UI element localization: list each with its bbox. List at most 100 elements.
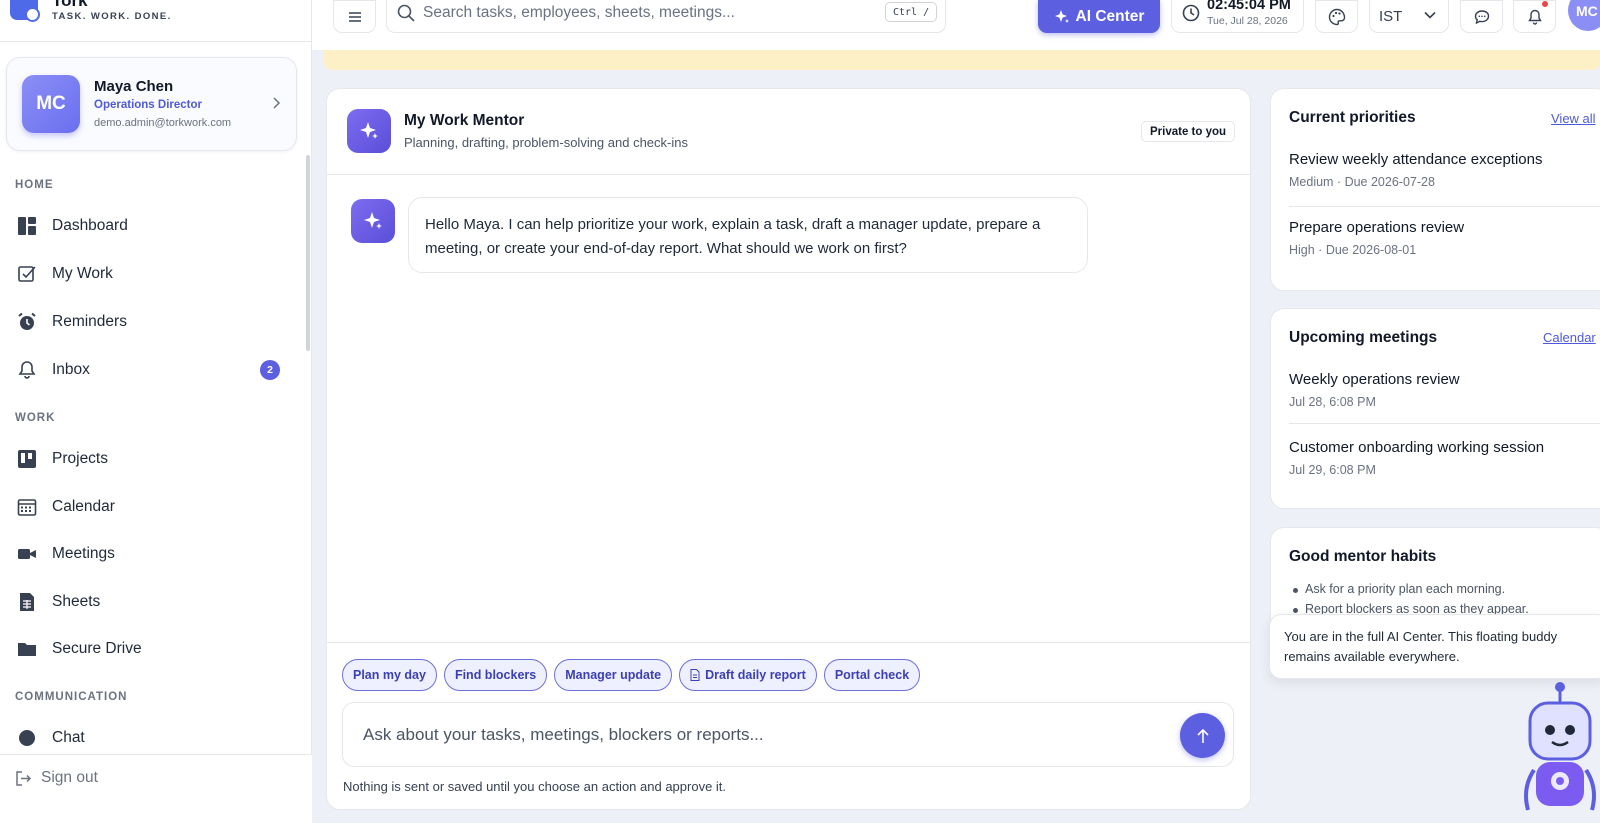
spreadsheet-icon: [20, 593, 34, 611]
kanban-icon: [18, 450, 36, 468]
notification-dot: [1542, 1, 1548, 7]
chip-label: Find blockers: [454, 668, 537, 682]
dashboard-icon: [18, 217, 36, 235]
card-title: Good mentor habits: [1289, 548, 1437, 565]
current-date: Tue, Jul 28, 2026: [1207, 15, 1288, 27]
global-search[interactable]: Ctrl /: [386, 0, 946, 33]
notice-banner: [324, 50, 1600, 70]
sidebar-item-sheets[interactable]: Sheets: [0, 580, 306, 624]
ai-center-label: AI Center: [1075, 7, 1145, 25]
alarm-clock-icon: [18, 312, 36, 330]
divider: [1289, 423, 1600, 424]
sidebar-item-label: Chat: [52, 729, 85, 746]
video-camera-icon: [18, 549, 36, 559]
menu-toggle-button[interactable]: [333, 0, 376, 33]
sidebar-item-label: Projects: [52, 450, 108, 467]
hamburger-icon: [348, 11, 361, 22]
message-composer: [342, 702, 1234, 767]
sidebar-item-reminders[interactable]: Reminders: [0, 300, 306, 344]
sidebar-item-label: Dashboard: [52, 217, 128, 234]
section-work-title: WORK: [15, 412, 56, 424]
view-all-link[interactable]: View all: [1551, 111, 1596, 126]
priority-item-meta: High · Due 2026-08-01: [1289, 243, 1417, 257]
composer-area: Plan my day Find blockers Manager update…: [327, 642, 1250, 809]
sidebar-item-label: Sheets: [52, 593, 101, 610]
calendar-link[interactable]: Calendar: [1543, 330, 1596, 345]
profile-name: Maya Chen: [94, 78, 174, 95]
quick-actions: Plan my day Find blockers Manager update…: [342, 659, 921, 691]
sidebar-item-projects[interactable]: Projects: [0, 437, 306, 481]
current-priorities-card: Current priorities View all Review weekl…: [1270, 88, 1600, 291]
document-icon: [690, 669, 700, 681]
notifications-button[interactable]: [1513, 0, 1556, 33]
meeting-item-title[interactable]: Customer onboarding working session: [1289, 439, 1544, 456]
card-title: Current priorities: [1289, 109, 1416, 126]
checkbox-icon: [18, 266, 36, 282]
brand-tagline: TASK. WORK. DONE.: [52, 11, 172, 22]
clock-icon: [1182, 4, 1200, 22]
sidebar-footer: Sign out: [0, 754, 312, 823]
sign-out-icon: [16, 770, 32, 786]
sidebar: Tork TASK. WORK. DONE. MC Maya Chen Oper…: [0, 0, 312, 823]
chip-manager-update[interactable]: Manager update: [554, 659, 673, 691]
folder-icon: [18, 643, 36, 656]
message-input[interactable]: [363, 723, 1143, 747]
search-icon: [397, 4, 415, 22]
sidebar-item-secure-drive[interactable]: Secure Drive: [0, 627, 306, 671]
sidebar-item-chat[interactable]: Chat: [0, 716, 306, 754]
bell-icon: [1527, 9, 1542, 25]
section-home-title: HOME: [15, 179, 54, 191]
avatar: MC: [22, 75, 80, 133]
bell-icon: [18, 361, 36, 379]
chip-find-blockers[interactable]: Find blockers: [443, 659, 548, 691]
privacy-disclaimer: Nothing is sent or saved until you choos…: [343, 779, 727, 794]
brand[interactable]: Tork TASK. WORK. DONE.: [10, 0, 172, 24]
chip-label: Draft daily report: [705, 668, 806, 682]
chip-draft-daily-report[interactable]: Draft daily report: [679, 659, 817, 691]
mentor-title: My Work Mentor: [404, 112, 525, 129]
chip-label: Manager update: [565, 668, 662, 682]
section-communication-title: COMMUNICATION: [15, 691, 128, 703]
arrow-up-icon: [1196, 728, 1209, 743]
search-input[interactable]: [423, 2, 853, 24]
profile-card[interactable]: MC Maya Chen Operations Director demo.ad…: [6, 57, 297, 151]
chip-label: Plan my day: [353, 668, 426, 682]
send-button[interactable]: [1180, 713, 1225, 758]
chip-portal-check[interactable]: Portal check: [823, 659, 921, 691]
calendar-icon: [17, 499, 37, 516]
profile-email: demo.admin@torkwork.com: [94, 117, 232, 129]
meeting-item-title[interactable]: Weekly operations review: [1289, 371, 1460, 388]
chat-icon: [19, 730, 35, 746]
sidebar-item-meetings[interactable]: Meetings: [0, 532, 306, 576]
robot-buddy-icon[interactable]: [1512, 678, 1600, 818]
sidebar-item-dashboard[interactable]: Dashboard: [0, 204, 306, 248]
current-time: 02:45:04 PM: [1207, 0, 1291, 13]
divider: [0, 41, 312, 42]
chat-header: My Work Mentor Planning, drafting, probl…: [327, 89, 1250, 175]
profile-role: Operations Director: [94, 99, 202, 111]
timezone-select[interactable]: IST: [1369, 0, 1449, 33]
sparkle-icon: [347, 109, 391, 153]
sidebar-item-label: Reminders: [52, 313, 127, 330]
message-bubble-icon: [1474, 9, 1489, 24]
chip-plan-my-day[interactable]: Plan my day: [342, 659, 437, 691]
privacy-badge: Private to you: [1141, 121, 1236, 142]
chevron-down-icon: [1424, 11, 1436, 19]
sidebar-item-my-work[interactable]: My Work: [0, 252, 306, 296]
sign-out-button[interactable]: Sign out: [15, 769, 98, 787]
chip-label: Portal check: [834, 668, 910, 682]
inbox-count-badge: 2: [260, 360, 280, 380]
sidebar-nav: HOME Dashboard My Work Reminders Inbox 2…: [0, 160, 312, 754]
tork-logo-icon: [10, 0, 40, 22]
card-title: Upcoming meetings: [1289, 329, 1438, 346]
sparkle-icon: [1054, 9, 1069, 23]
ai-center-button[interactable]: AI Center: [1038, 0, 1160, 33]
priority-item-title[interactable]: Prepare operations review: [1289, 219, 1464, 236]
messages-button[interactable]: [1460, 0, 1503, 33]
theme-button[interactable]: [1315, 0, 1358, 33]
brand-name: Tork: [52, 0, 88, 10]
priority-item-title[interactable]: Review weekly attendance exceptions: [1289, 151, 1542, 168]
sidebar-item-inbox[interactable]: Inbox 2: [0, 348, 306, 392]
sidebar-item-calendar[interactable]: Calendar: [0, 485, 306, 529]
clock-widget[interactable]: 02:45:04 PM Tue, Jul 28, 2026: [1171, 0, 1304, 33]
